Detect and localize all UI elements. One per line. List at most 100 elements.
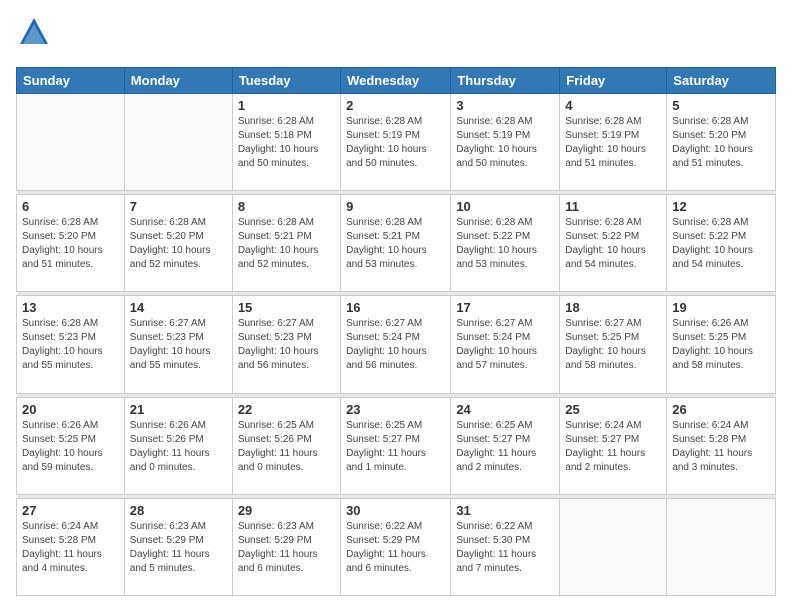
page: SundayMondayTuesdayWednesdayThursdayFrid… [0, 0, 792, 612]
day-info: Sunrise: 6:22 AM Sunset: 5:30 PM Dayligh… [456, 520, 554, 576]
calendar-cell: 23 Sunrise: 6:25 AM Sunset: 5:27 PM Dayli… [341, 397, 451, 494]
day-number: 29 [238, 503, 335, 518]
day-info: Sunrise: 6:28 AM Sunset: 5:22 PM Dayligh… [672, 216, 770, 272]
day-info: Sunrise: 6:28 AM Sunset: 5:20 PM Dayligh… [22, 216, 119, 272]
day-info: Sunrise: 6:27 AM Sunset: 5:25 PM Dayligh… [565, 317, 661, 373]
day-info: Sunrise: 6:24 AM Sunset: 5:28 PM Dayligh… [22, 520, 119, 576]
calendar-cell: 20 Sunrise: 6:26 AM Sunset: 5:25 PM Dayli… [17, 397, 125, 494]
day-number: 3 [456, 98, 554, 113]
header [16, 16, 776, 57]
day-number: 14 [130, 300, 227, 315]
calendar-cell: 1 Sunrise: 6:28 AM Sunset: 5:18 PM Daylig… [232, 94, 340, 191]
day-number: 31 [456, 503, 554, 518]
day-number: 30 [346, 503, 445, 518]
day-info: Sunrise: 6:25 AM Sunset: 5:27 PM Dayligh… [456, 419, 554, 475]
calendar-cell: 22Sunrise: 6:25 AM Sunset: 5:26 PM Dayli… [232, 397, 340, 494]
day-number: 24 [456, 402, 554, 417]
day-number: 6 [22, 199, 119, 214]
calendar-cell: 30 Sunrise: 6:22 AM Sunset: 5:29 PM Dayli… [341, 498, 451, 595]
calendar-cell: 21 Sunrise: 6:26 AM Sunset: 5:26 PM Dayli… [124, 397, 232, 494]
week-row-1: 6 Sunrise: 6:28 AM Sunset: 5:20 PM Daylig… [17, 195, 776, 292]
calendar-cell [667, 498, 776, 595]
calendar-cell: 7 Sunrise: 6:28 AM Sunset: 5:20 PM Daylig… [124, 195, 232, 292]
day-info: Sunrise: 6:25 AM Sunset: 5:27 PM Dayligh… [346, 419, 445, 475]
day-info: Sunrise: 6:28 AM Sunset: 5:20 PM Dayligh… [672, 115, 770, 171]
calendar-cell [124, 94, 232, 191]
day-number: 11 [565, 199, 661, 214]
calendar-cell: 14Sunrise: 6:27 AM Sunset: 5:23 PM Dayli… [124, 296, 232, 393]
day-number: 12 [672, 199, 770, 214]
day-number: 5 [672, 98, 770, 113]
calendar-cell: 3 Sunrise: 6:28 AM Sunset: 5:19 PM Daylig… [451, 94, 560, 191]
day-info: Sunrise: 6:28 AM Sunset: 5:20 PM Dayligh… [130, 216, 227, 272]
calendar-cell: 11Sunrise: 6:28 AM Sunset: 5:22 PM Dayli… [560, 195, 667, 292]
day-info: Sunrise: 6:24 AM Sunset: 5:27 PM Dayligh… [565, 419, 661, 475]
weekday-header-friday: Friday [560, 68, 667, 94]
calendar-cell: 9 Sunrise: 6:28 AM Sunset: 5:21 PM Daylig… [341, 195, 451, 292]
calendar-cell: 12 Sunrise: 6:28 AM Sunset: 5:22 PM Dayli… [667, 195, 776, 292]
day-info: Sunrise: 6:28 AM Sunset: 5:18 PM Dayligh… [238, 115, 335, 171]
weekday-header-tuesday: Tuesday [232, 68, 340, 94]
day-number: 16 [346, 300, 445, 315]
calendar-cell: 27 Sunrise: 6:24 AM Sunset: 5:28 PM Dayli… [17, 498, 125, 595]
calendar-cell: 26 Sunrise: 6:24 AM Sunset: 5:28 PM Dayli… [667, 397, 776, 494]
calendar-cell: 28Sunrise: 6:23 AM Sunset: 5:29 PM Dayli… [124, 498, 232, 595]
day-info: Sunrise: 6:24 AM Sunset: 5:28 PM Dayligh… [672, 419, 770, 475]
calendar-cell: 31 Sunrise: 6:22 AM Sunset: 5:30 PM Dayli… [451, 498, 560, 595]
weekday-header-wednesday: Wednesday [341, 68, 451, 94]
logo-icon [16, 16, 52, 57]
day-info: Sunrise: 6:22 AM Sunset: 5:29 PM Dayligh… [346, 520, 445, 576]
day-info: Sunrise: 6:26 AM Sunset: 5:25 PM Dayligh… [22, 419, 119, 475]
calendar-cell: 13 Sunrise: 6:28 AM Sunset: 5:23 PM Dayli… [17, 296, 125, 393]
calendar-cell: 6 Sunrise: 6:28 AM Sunset: 5:20 PM Daylig… [17, 195, 125, 292]
weekday-header-saturday: Saturday [667, 68, 776, 94]
weekday-header-monday: Monday [124, 68, 232, 94]
day-number: 26 [672, 402, 770, 417]
day-number: 1 [238, 98, 335, 113]
day-number: 13 [22, 300, 119, 315]
day-number: 21 [130, 402, 227, 417]
day-info: Sunrise: 6:28 AM Sunset: 5:19 PM Dayligh… [565, 115, 661, 171]
calendar-cell: 8 Sunrise: 6:28 AM Sunset: 5:21 PM Daylig… [232, 195, 340, 292]
day-number: 15 [238, 300, 335, 315]
calendar: SundayMondayTuesdayWednesdayThursdayFrid… [16, 67, 776, 596]
day-info: Sunrise: 6:28 AM Sunset: 5:22 PM Dayligh… [456, 216, 554, 272]
calendar-cell: 18 Sunrise: 6:27 AM Sunset: 5:25 PM Dayli… [560, 296, 667, 393]
day-info: Sunrise: 6:28 AM Sunset: 5:21 PM Dayligh… [346, 216, 445, 272]
weekday-header-sunday: Sunday [17, 68, 125, 94]
day-info: Sunrise: 6:27 AM Sunset: 5:24 PM Dayligh… [346, 317, 445, 373]
calendar-cell: 29Sunrise: 6:23 AM Sunset: 5:29 PM Dayli… [232, 498, 340, 595]
day-info: Sunrise: 6:27 AM Sunset: 5:24 PM Dayligh… [456, 317, 554, 373]
day-info: Sunrise: 6:27 AM Sunset: 5:23 PM Dayligh… [238, 317, 335, 373]
day-info: Sunrise: 6:28 AM Sunset: 5:19 PM Dayligh… [456, 115, 554, 171]
day-number: 25 [565, 402, 661, 417]
day-info: Sunrise: 6:25 AM Sunset: 5:26 PM Dayligh… [238, 419, 335, 475]
calendar-cell: 2 Sunrise: 6:28 AM Sunset: 5:19 PM Daylig… [341, 94, 451, 191]
calendar-cell: 16 Sunrise: 6:27 AM Sunset: 5:24 PM Dayli… [341, 296, 451, 393]
day-info: Sunrise: 6:28 AM Sunset: 5:23 PM Dayligh… [22, 317, 119, 373]
day-info: Sunrise: 6:23 AM Sunset: 5:29 PM Dayligh… [130, 520, 227, 576]
day-info: Sunrise: 6:26 AM Sunset: 5:25 PM Dayligh… [672, 317, 770, 373]
week-row-0: 1 Sunrise: 6:28 AM Sunset: 5:18 PM Daylig… [17, 94, 776, 191]
day-number: 27 [22, 503, 119, 518]
day-number: 2 [346, 98, 445, 113]
calendar-cell: 10 Sunrise: 6:28 AM Sunset: 5:22 PM Dayli… [451, 195, 560, 292]
weekday-header-row: SundayMondayTuesdayWednesdayThursdayFrid… [17, 68, 776, 94]
day-number: 9 [346, 199, 445, 214]
day-number: 20 [22, 402, 119, 417]
day-number: 7 [130, 199, 227, 214]
calendar-cell: 17Sunrise: 6:27 AM Sunset: 5:24 PM Dayli… [451, 296, 560, 393]
logo [16, 16, 52, 57]
day-number: 8 [238, 199, 335, 214]
day-info: Sunrise: 6:28 AM Sunset: 5:21 PM Dayligh… [238, 216, 335, 272]
day-number: 18 [565, 300, 661, 315]
calendar-cell: 15 Sunrise: 6:27 AM Sunset: 5:23 PM Dayli… [232, 296, 340, 393]
calendar-cell: 19Sunrise: 6:26 AM Sunset: 5:25 PM Dayli… [667, 296, 776, 393]
day-info: Sunrise: 6:28 AM Sunset: 5:19 PM Dayligh… [346, 115, 445, 171]
calendar-cell [560, 498, 667, 595]
week-row-3: 20 Sunrise: 6:26 AM Sunset: 5:25 PM Dayli… [17, 397, 776, 494]
day-info: Sunrise: 6:26 AM Sunset: 5:26 PM Dayligh… [130, 419, 227, 475]
calendar-cell: 24 Sunrise: 6:25 AM Sunset: 5:27 PM Dayli… [451, 397, 560, 494]
day-number: 10 [456, 199, 554, 214]
day-number: 23 [346, 402, 445, 417]
